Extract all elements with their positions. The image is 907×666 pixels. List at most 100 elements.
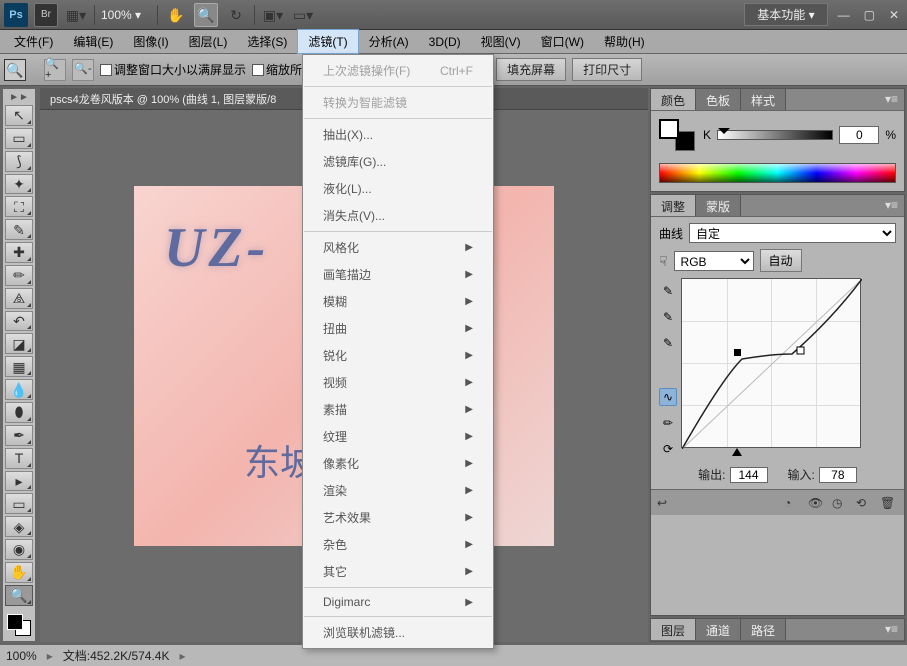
color-swatch[interactable]	[5, 612, 33, 638]
filter-render[interactable]: 渲染▶	[303, 477, 493, 504]
filter-video[interactable]: 视频▶	[303, 369, 493, 396]
tab-paths[interactable]: 路径	[741, 619, 786, 640]
tab-color[interactable]: 颜色	[651, 89, 696, 110]
preset-select[interactable]: 自定	[689, 223, 896, 243]
maximize-button[interactable]: ▢	[864, 8, 875, 22]
minimize-button[interactable]: —	[838, 8, 850, 22]
menu-analysis[interactable]: 分析(A)	[359, 30, 419, 53]
eyedropper-gray-icon[interactable]: ✎	[659, 308, 677, 326]
filter-sharpen[interactable]: 锐化▶	[303, 342, 493, 369]
tab-masks[interactable]: 蒙版	[696, 195, 741, 216]
gradient-tool[interactable]: ▦	[5, 356, 33, 377]
menu-help[interactable]: 帮助(H)	[594, 30, 655, 53]
filter-stylize[interactable]: 风格化▶	[303, 234, 493, 261]
resize-window-checkbox[interactable]: 调整窗口大小以满屏显示	[100, 61, 246, 78]
stamp-tool[interactable]: ⧌	[5, 288, 33, 309]
tab-swatches[interactable]: 色板	[696, 89, 741, 110]
blur-tool[interactable]: 💧	[5, 379, 33, 400]
k-input[interactable]	[839, 126, 879, 144]
tab-adjustments[interactable]: 调整	[651, 195, 696, 216]
filter-liquify[interactable]: 液化(L)...	[303, 175, 493, 202]
return-icon[interactable]: ↩	[657, 496, 675, 510]
output-input[interactable]	[730, 467, 768, 483]
curve-point-tool-icon[interactable]: ∿	[659, 388, 677, 406]
move-tool[interactable]: ↖	[5, 105, 33, 126]
tab-channels[interactable]: 通道	[696, 619, 741, 640]
shape-tool[interactable]: ▭	[5, 493, 33, 514]
filter-blur[interactable]: 模糊▶	[303, 288, 493, 315]
healing-tool[interactable]: ✚	[5, 242, 33, 263]
clip-icon[interactable]: ◔	[784, 496, 802, 510]
menu-3d[interactable]: 3D(D)	[419, 32, 471, 52]
zoom-out-icon[interactable]: 🔍-	[72, 59, 94, 81]
spectrum-ramp[interactable]	[659, 163, 896, 183]
panel-menu-icon[interactable]: ▾≡	[879, 89, 904, 110]
3d-camera-tool[interactable]: ◉	[5, 539, 33, 560]
filter-other[interactable]: 其它▶	[303, 558, 493, 585]
menu-image[interactable]: 图像(I)	[123, 30, 178, 53]
zoom-tool[interactable]: 🔍	[5, 585, 33, 606]
filter-digimarc[interactable]: Digimarc▶	[303, 590, 493, 614]
filter-browse[interactable]: 浏览联机滤镜...	[303, 619, 493, 646]
status-zoom[interactable]: 100%	[6, 649, 37, 663]
eyedropper-black-icon[interactable]: ✎	[659, 282, 677, 300]
delete-icon[interactable]: 🗑	[880, 496, 898, 510]
type-tool[interactable]: T	[5, 448, 33, 469]
menu-filter[interactable]: 滤镜(T)	[297, 29, 358, 54]
marquee-tool[interactable]: ▭	[5, 128, 33, 149]
close-button[interactable]: ✕	[889, 8, 899, 22]
rotate-view-icon[interactable]: ↻	[224, 3, 248, 27]
eraser-tool[interactable]: ◪	[5, 333, 33, 354]
lasso-tool[interactable]: ⟆	[5, 151, 33, 172]
magic-wand-tool[interactable]: ✦	[5, 174, 33, 195]
menu-file[interactable]: 文件(F)	[4, 30, 63, 53]
hand-tool[interactable]: ✋	[5, 562, 33, 583]
menu-edit[interactable]: 编辑(E)	[63, 30, 123, 53]
zoom-in-icon[interactable]: 🔍+	[44, 59, 66, 81]
prev-state-icon[interactable]: ◷	[832, 496, 850, 510]
bridge-icon[interactable]: Br	[34, 3, 58, 27]
screen-mode-icon[interactable]: ▭▾	[291, 3, 315, 27]
print-size-button[interactable]: 打印尺寸	[572, 58, 642, 81]
visibility-icon[interactable]: 👁	[808, 496, 826, 510]
hand-tool-icon[interactable]: ✋	[164, 3, 188, 27]
filter-sketch[interactable]: 素描▶	[303, 396, 493, 423]
zoom-level[interactable]: 100% ▾	[101, 8, 151, 22]
filter-extract[interactable]: 抽出(X)...	[303, 121, 493, 148]
fill-screen-button[interactable]: 填充屏幕	[496, 58, 566, 81]
filter-texture[interactable]: 纹理▶	[303, 423, 493, 450]
menu-layer[interactable]: 图层(L)	[179, 30, 238, 53]
panel-menu-icon[interactable]: ▾≡	[879, 619, 904, 640]
filter-gallery[interactable]: 滤镜库(G)...	[303, 148, 493, 175]
eyedropper-white-icon[interactable]: ✎	[659, 334, 677, 352]
menu-view[interactable]: 视图(V)	[471, 30, 531, 53]
k-slider[interactable]	[717, 130, 833, 140]
curves-graph[interactable]	[681, 278, 861, 448]
auto-button[interactable]: 自动	[760, 249, 802, 272]
menu-select[interactable]: 选择(S)	[237, 30, 297, 53]
zoom-tool-icon[interactable]: 🔍	[194, 3, 218, 27]
dodge-tool[interactable]: ⬮	[5, 402, 33, 423]
curve-draw-tool-icon[interactable]: ✏	[659, 414, 677, 432]
filter-pixelate[interactable]: 像素化▶	[303, 450, 493, 477]
pen-tool[interactable]: ✒	[5, 425, 33, 446]
curve-smooth-icon[interactable]: ⟳	[659, 440, 677, 458]
menu-window[interactable]: 窗口(W)	[531, 30, 594, 53]
tab-layers[interactable]: 图层	[651, 619, 696, 640]
brush-tool[interactable]: ✏	[5, 265, 33, 286]
path-select-tool[interactable]: ▸	[5, 471, 33, 492]
photoshop-logo-icon[interactable]: Ps	[4, 3, 28, 27]
filter-brush[interactable]: 画笔描边▶	[303, 261, 493, 288]
arrange-docs-icon[interactable]: ▣▾	[261, 3, 285, 27]
panel-menu-icon[interactable]: ▾≡	[879, 195, 904, 216]
view-extras-icon[interactable]: ▦▾	[64, 3, 88, 27]
filter-vanish[interactable]: 消失点(V)...	[303, 202, 493, 229]
filter-artistic[interactable]: 艺术效果▶	[303, 504, 493, 531]
eyedropper-tool[interactable]: ✎	[5, 219, 33, 240]
crop-tool[interactable]: ⛶	[5, 196, 33, 217]
filter-distort[interactable]: 扭曲▶	[303, 315, 493, 342]
3d-tool[interactable]: ◈	[5, 516, 33, 537]
hand-target-icon[interactable]: ☟	[659, 254, 668, 268]
workspace-selector[interactable]: 基本功能 ▾	[744, 3, 827, 26]
history-brush-tool[interactable]: ↶	[5, 311, 33, 332]
